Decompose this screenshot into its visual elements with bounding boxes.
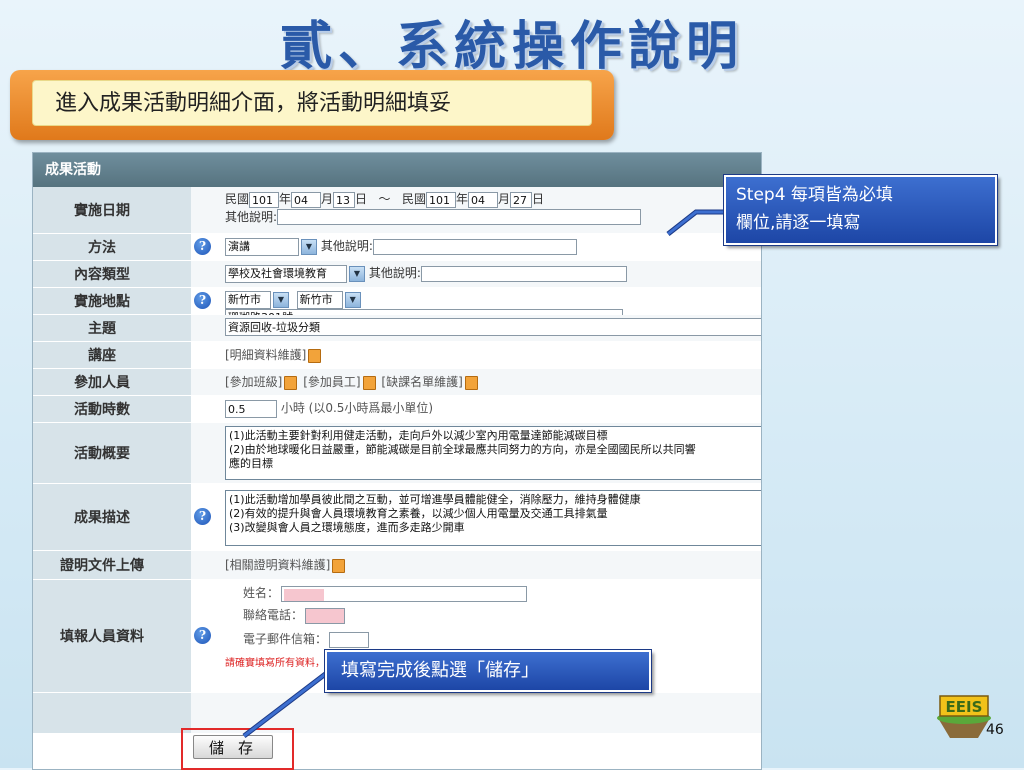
- step4-callout: Step4 每項皆為必填 欄位,請逐一填寫: [723, 174, 998, 246]
- svg-text:EEIS: EEIS: [946, 698, 983, 716]
- save-hint-callout: 填寫完成後點選「儲存」: [324, 649, 652, 693]
- eeis-logo: EEIS: [934, 688, 994, 740]
- page-number: 46: [986, 722, 1004, 738]
